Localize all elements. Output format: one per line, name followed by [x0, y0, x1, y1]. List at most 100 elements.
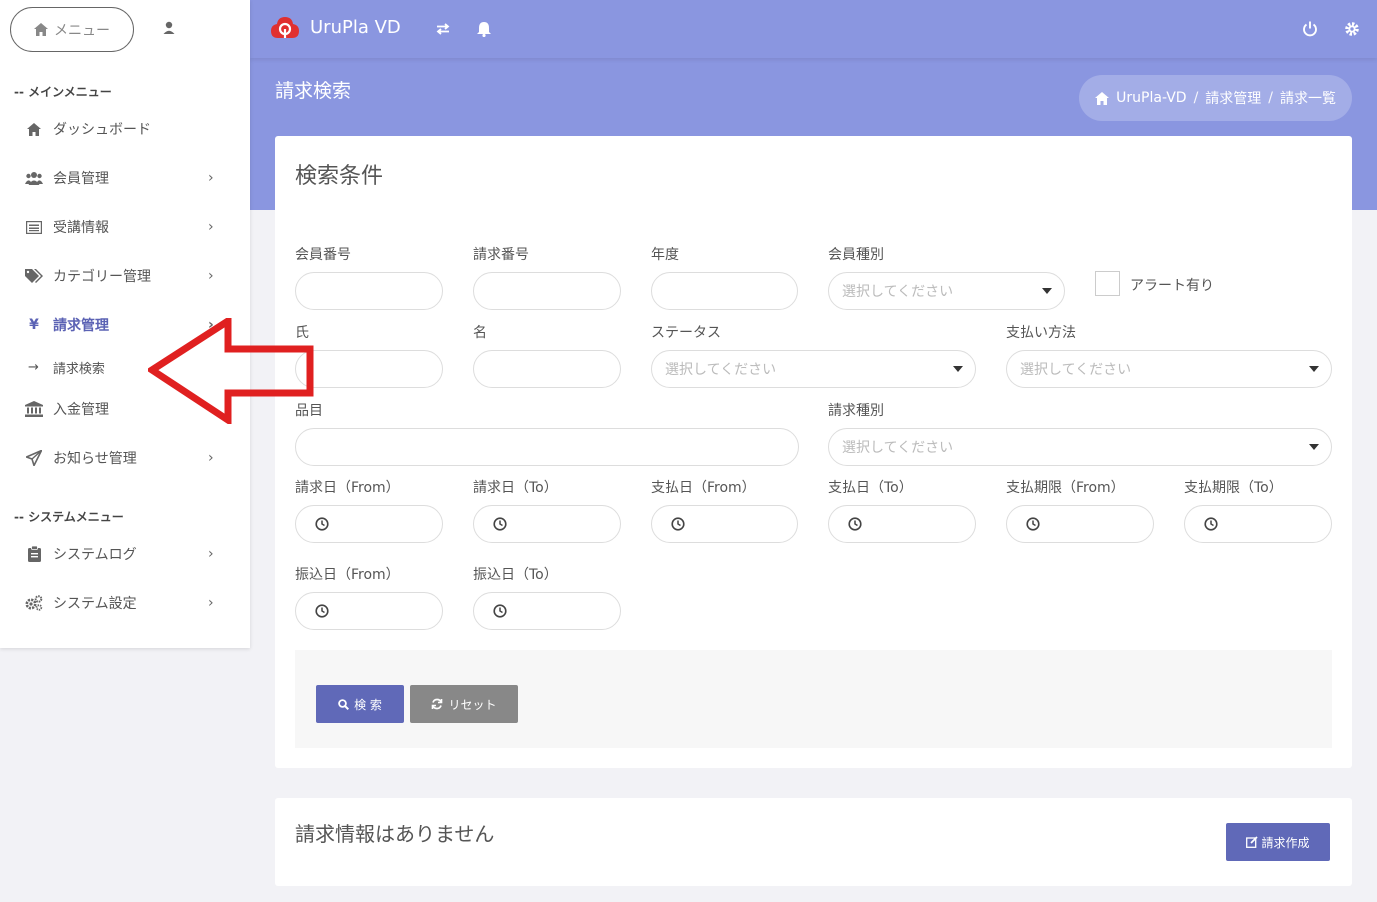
invoice-no-label: 請求番号 — [473, 247, 529, 263]
main-menu-section: -- メインメニュー — [14, 85, 112, 99]
menu-button-label: メニュー — [54, 22, 110, 39]
reset-button[interactable]: リセット — [410, 685, 518, 723]
year-input[interactable] — [651, 272, 798, 310]
invoice-no-input[interactable] — [473, 272, 621, 310]
due-to-input[interactable] — [1184, 505, 1332, 543]
sidebar-item-label: お知らせ管理 — [53, 451, 137, 467]
sidebar-item-label: 請求管理 — [53, 318, 109, 334]
paid-from-label: 支払日（From） — [651, 480, 756, 496]
sidebar-item-label: ダッシュボード — [53, 122, 151, 138]
paid-to-input[interactable] — [828, 505, 976, 543]
select-placeholder: 選択してください — [665, 362, 777, 378]
breadcrumb-item[interactable]: UruPla-VD — [1116, 90, 1186, 106]
search-card: 検索条件 会員番号 請求番号 年度 会員種別 選択してください アラート有り 氏… — [275, 136, 1352, 768]
clock-icon — [848, 517, 862, 531]
menu-button[interactable]: メニュー — [10, 7, 134, 52]
sidebar-item-label: システム設定 — [53, 596, 137, 612]
bell-icon[interactable] — [474, 19, 494, 39]
invoice-type-select[interactable]: 選択してください — [828, 428, 1332, 466]
yen-icon: ¥ — [29, 317, 39, 333]
gear-icon[interactable] — [1342, 19, 1362, 39]
annotation-arrow-icon — [148, 318, 314, 424]
refresh-icon — [432, 698, 443, 710]
arrow-right-icon: → — [28, 360, 39, 375]
sidebar-item-system-settings[interactable]: システム設定 › — [24, 591, 224, 615]
search-icon — [338, 698, 350, 710]
paid-from-input[interactable] — [651, 505, 798, 543]
sidebar-item-label: カテゴリー管理 — [53, 269, 151, 285]
caret-down-icon — [1042, 288, 1052, 294]
clock-icon — [1204, 517, 1218, 531]
power-icon[interactable] — [1300, 19, 1320, 39]
swap-icon[interactable] — [433, 19, 453, 39]
app-name: UruPla VD — [310, 16, 401, 38]
transfer-from-label: 振込日（From） — [295, 567, 400, 583]
due-to-label: 支払期限（To） — [1184, 480, 1283, 496]
paid-to-label: 支払日（To） — [828, 480, 913, 496]
cloud-logo-icon — [271, 17, 299, 38]
search-card-title: 検索条件 — [295, 164, 384, 189]
sidebar-item-label: 受講情報 — [53, 220, 109, 236]
transfer-from-input[interactable] — [295, 592, 443, 630]
sidebar-item-label: 入金管理 — [53, 402, 109, 418]
system-menu-section: -- システムメニュー — [14, 510, 124, 524]
edit-icon — [1246, 836, 1259, 848]
home-icon — [24, 119, 44, 139]
sidebar-subitem-label: 請求検索 — [52, 362, 105, 377]
invoice-from-label: 請求日（From） — [295, 480, 400, 496]
list-icon — [24, 217, 44, 237]
chevron-right-icon: › — [208, 268, 214, 284]
create-invoice-button[interactable]: 請求作成 — [1226, 823, 1330, 861]
caret-down-icon — [1309, 366, 1319, 372]
invoice-from-input[interactable] — [295, 505, 443, 543]
sidebar-subitem-invoice-search[interactable]: → 請求検索 — [28, 358, 105, 377]
caret-down-icon — [1309, 444, 1319, 450]
status-label: ステータス — [651, 325, 721, 341]
breadcrumb-separator: / — [1268, 90, 1273, 106]
search-button[interactable]: 検 索 — [316, 685, 404, 723]
clock-icon — [493, 517, 507, 531]
sidebar-item-members[interactable]: 会員管理 › — [24, 166, 224, 190]
payment-method-label: 支払い方法 — [1006, 325, 1076, 341]
breadcrumb-item: 請求一覧 — [1280, 91, 1336, 107]
page-title: 請求検索 — [275, 80, 352, 102]
clock-icon — [671, 517, 685, 531]
reset-button-label: リセット — [448, 697, 497, 712]
chevron-right-icon: › — [208, 219, 214, 235]
sidebar-item-notices[interactable]: お知らせ管理 › — [24, 446, 224, 470]
sidebar-item-system-log[interactable]: システムログ › — [24, 542, 224, 566]
item-input[interactable] — [295, 428, 799, 466]
top-header: UruPla VD — [250, 0, 1377, 58]
bank-icon — [24, 399, 44, 419]
sidebar-item-categories[interactable]: カテゴリー管理 › — [24, 264, 224, 288]
transfer-to-input[interactable] — [473, 592, 621, 630]
user-icon[interactable] — [160, 19, 178, 37]
member-no-label: 会員番号 — [295, 247, 351, 263]
first-name-input[interactable] — [473, 350, 621, 388]
users-icon — [24, 168, 44, 188]
due-from-input[interactable] — [1006, 505, 1154, 543]
year-label: 年度 — [651, 247, 679, 263]
search-button-label: 検 索 — [354, 697, 382, 712]
brand[interactable]: UruPla VD — [270, 14, 401, 40]
breadcrumb-separator: / — [1193, 90, 1199, 106]
cogs-icon — [24, 593, 44, 613]
home-icon — [1095, 91, 1110, 105]
alert-checkbox[interactable] — [1095, 271, 1120, 296]
sidebar-item-dashboard[interactable]: ダッシュボード — [24, 117, 224, 141]
status-select[interactable]: 選択してください — [651, 350, 976, 388]
chevron-right-icon: › — [208, 450, 214, 466]
clock-icon — [315, 604, 329, 618]
chevron-right-icon: › — [208, 170, 214, 186]
caret-down-icon — [953, 366, 963, 372]
invoice-to-input[interactable] — [473, 505, 621, 543]
member-type-select[interactable]: 選択してください — [828, 272, 1065, 310]
member-no-input[interactable] — [295, 272, 443, 310]
payment-method-select[interactable]: 選択してください — [1006, 350, 1332, 388]
breadcrumb-item[interactable]: 請求管理 — [1205, 88, 1261, 108]
first-name-label: 名 — [473, 325, 487, 341]
button-area: 検 索 リセット — [295, 650, 1332, 748]
sidebar-item-courses[interactable]: 受講情報 › — [24, 215, 224, 239]
chevron-right-icon: › — [208, 595, 214, 611]
sidebar-item-label: システムログ — [53, 547, 137, 563]
